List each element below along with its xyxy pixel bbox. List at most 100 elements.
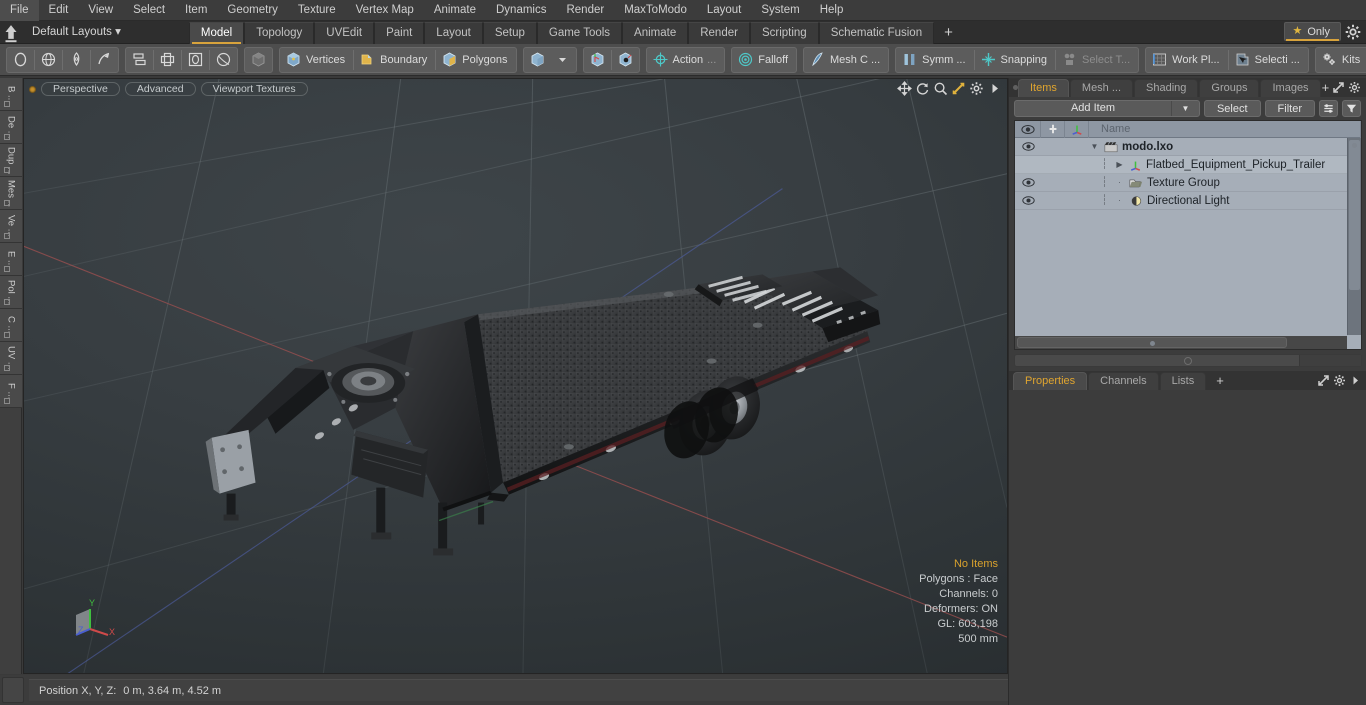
visibility-column-header[interactable]: [1015, 120, 1041, 138]
row-lock-toggle[interactable]: [1041, 156, 1065, 174]
menu-item-geometry[interactable]: Geometry: [217, 0, 288, 21]
vtab-basic[interactable]: B ...: [0, 78, 22, 111]
only-toggle-button[interactable]: ★ Only: [1283, 22, 1341, 41]
tab-properties[interactable]: Properties: [1013, 372, 1088, 390]
vtab-polygon[interactable]: Pol ...: [0, 276, 22, 309]
ellipse-tool-icon[interactable]: [8, 48, 33, 72]
viewport-settings-gear-icon[interactable]: [969, 81, 984, 96]
pan-icon[interactable]: [897, 81, 912, 96]
vtab-uv[interactable]: UV ...: [0, 342, 22, 375]
curve-tool-icon[interactable]: [92, 48, 117, 72]
row-transform-toggle[interactable]: [1065, 192, 1089, 210]
row-name-cell[interactable]: ┆ ▶ Flatbed_Equipment_Pickup_Trailer: [1089, 156, 1361, 174]
row-transform-toggle[interactable]: [1065, 156, 1089, 174]
boundary-mode-button[interactable]: Boundary: [355, 48, 434, 72]
menu-item-layout[interactable]: Layout: [697, 0, 752, 21]
tab-images[interactable]: Images: [1260, 79, 1321, 97]
menu-item-help[interactable]: Help: [810, 0, 854, 21]
scrollbar-thumb[interactable]: [1349, 140, 1360, 290]
row-twirl-icon[interactable]: ·: [1114, 178, 1125, 187]
snapping-button[interactable]: Snapping: [976, 48, 1055, 72]
gooseneck-flatbed-trailer-model[interactable]: [24, 79, 1007, 673]
vtab-mesh[interactable]: Mes ...: [0, 177, 22, 210]
vtab-duplicate[interactable]: Dup ...: [0, 144, 22, 177]
chevron-down-icon[interactable]: [550, 48, 575, 72]
status-bar-left-button[interactable]: [2, 677, 24, 703]
table-row[interactable]: ┆ ▶ Flatbed_Equipment_Pickup_Trailer: [1015, 156, 1361, 174]
tab-render[interactable]: Render: [688, 21, 750, 44]
item-list-horizontal-scrollbar[interactable]: [1015, 336, 1347, 349]
gear-icon[interactable]: [1344, 23, 1362, 41]
tab-scripting[interactable]: Scripting: [749, 21, 819, 44]
layout-selector[interactable]: Default Layouts ▾: [22, 22, 129, 43]
row-visibility-toggle[interactable]: [1015, 192, 1041, 210]
tab-topology[interactable]: Topology: [244, 21, 315, 44]
tab-channels[interactable]: Channels: [1088, 372, 1159, 390]
tab-model[interactable]: Model: [188, 21, 245, 44]
item-list[interactable]: Name ▼ modo.lxo ┆ ▶ Flatbed_Equipment_Pi…: [1014, 120, 1362, 350]
menu-item-animate[interactable]: Animate: [424, 0, 486, 21]
tab-paint[interactable]: Paint: [374, 21, 425, 44]
bounding-box-icon[interactable]: [183, 48, 208, 72]
add-tab-button[interactable]: +: [934, 22, 963, 44]
row-lock-toggle[interactable]: [1041, 174, 1065, 192]
filter-funnel-icon[interactable]: [1342, 99, 1361, 117]
shaded-cube-icon[interactable]: [246, 48, 271, 72]
table-row[interactable]: ▼ modo.lxo: [1015, 138, 1361, 156]
row-visibility-toggle[interactable]: [1015, 138, 1041, 156]
expand-arrows-icon[interactable]: [1332, 81, 1345, 94]
tab-lists[interactable]: Lists: [1159, 372, 1207, 390]
sphere-outline-icon[interactable]: [211, 48, 236, 72]
action-center-button[interactable]: Action ...: [648, 48, 724, 72]
row-name-cell[interactable]: ▼ modo.lxo: [1089, 138, 1361, 156]
add-item-button[interactable]: Add Item ▼: [1014, 99, 1200, 117]
filter-button[interactable]: Filter: [1264, 99, 1315, 117]
menu-item-dynamics[interactable]: Dynamics: [486, 0, 556, 21]
vtab-vertex[interactable]: Ve ...: [0, 210, 22, 243]
transform-column-header[interactable]: [1065, 120, 1089, 138]
scrollbar-thumb[interactable]: [1017, 337, 1287, 348]
work-plane-button[interactable]: Work Pl...: [1147, 48, 1226, 72]
globe-tool-icon[interactable]: [36, 48, 61, 72]
menu-item-texture[interactable]: Texture: [288, 0, 346, 21]
selection-set-button[interactable]: Selecti ...: [1230, 48, 1307, 72]
menu-item-system[interactable]: System: [751, 0, 809, 21]
plus-icon[interactable]: +: [1322, 81, 1330, 94]
add-properties-tab-button[interactable]: +: [1207, 372, 1233, 390]
tab-mesh[interactable]: Mesh ...: [1069, 79, 1134, 97]
polygons-mode-button[interactable]: Polygons: [437, 48, 514, 72]
align-stack-icon[interactable]: [127, 48, 152, 72]
vtab-deform[interactable]: De ...: [0, 111, 22, 144]
vtab-fur[interactable]: F ...: [0, 375, 22, 408]
pivot-cube-icon[interactable]: [585, 48, 610, 72]
lock-column-header[interactable]: [1041, 120, 1065, 138]
viewport-more-arrow-icon[interactable]: [987, 81, 1002, 96]
row-visibility-toggle[interactable]: [1015, 156, 1041, 174]
center-cube-icon[interactable]: [613, 48, 638, 72]
row-lock-toggle[interactable]: [1041, 138, 1065, 156]
menu-item-render[interactable]: Render: [556, 0, 614, 21]
expand-arrows-icon[interactable]: [1317, 374, 1330, 387]
fit-view-icon[interactable]: [951, 81, 966, 96]
table-row[interactable]: ┆ · Directional Light: [1015, 192, 1361, 210]
tab-schematic-fusion[interactable]: Schematic Fusion: [818, 21, 935, 44]
tab-shading[interactable]: Shading: [1134, 79, 1199, 97]
tab-animate[interactable]: Animate: [622, 21, 689, 44]
rotate-icon[interactable]: [915, 81, 930, 96]
more-arrow-icon[interactable]: [1349, 374, 1362, 387]
row-transform-toggle[interactable]: [1065, 138, 1089, 156]
viewport-advanced-button[interactable]: Advanced: [124, 82, 196, 96]
row-twirl-icon[interactable]: ▶: [1114, 160, 1125, 169]
select-button[interactable]: Select: [1203, 99, 1261, 117]
vtab-edge[interactable]: E ...: [0, 243, 22, 276]
item-list-vertical-scrollbar[interactable]: [1347, 138, 1361, 335]
table-row[interactable]: ┆ · Texture Group: [1015, 174, 1361, 192]
mesh-constraint-button[interactable]: Mesh C ...: [805, 48, 887, 72]
item-cube-icon[interactable]: [525, 48, 550, 72]
tab-game-tools[interactable]: Game Tools: [536, 21, 623, 44]
panel-splitter[interactable]: [1014, 354, 1362, 367]
menu-item-view[interactable]: View: [78, 0, 123, 21]
tab-groups[interactable]: Groups: [1199, 79, 1260, 97]
tab-items[interactable]: Items: [1018, 79, 1069, 97]
center-cross-icon[interactable]: [155, 48, 180, 72]
